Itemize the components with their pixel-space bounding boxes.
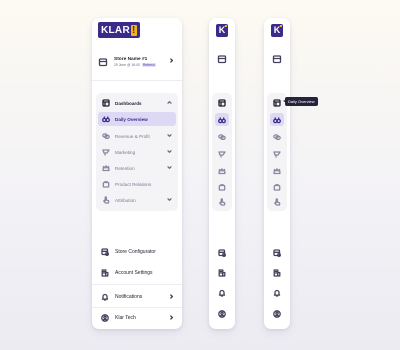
sidebar-expanded: KLAR! Store Name #1 25 June @ 16:00 Refr…: [92, 18, 182, 329]
shopping-bag-icon: [218, 183, 226, 191]
coins-icon: [218, 133, 226, 140]
dashboards-group: [267, 93, 287, 211]
megaphone-icon: [102, 149, 110, 156]
divider: [92, 80, 182, 81]
profile-link[interactable]: Klar Tech: [98, 311, 178, 325]
dashboards-group: Dashboards Daily Overview Revenue & Prof…: [96, 93, 178, 211]
store-selector[interactable]: Store Name #1 25 June @ 16:00 Refresh: [98, 51, 176, 73]
store-configurator-link[interactable]: Store Configurator: [98, 245, 178, 259]
nav-item-revenue-profit[interactable]: Revenue & Profit: [98, 129, 176, 143]
store-info: Store Name #1 25 June @ 16:00 Refresh: [114, 57, 156, 67]
sidebar-collapsed: K: [209, 18, 235, 329]
nav-item-marketing[interactable]: [270, 147, 284, 160]
nav-item-daily-overview[interactable]: Daily Overview: [98, 112, 176, 126]
store-settings-icon[interactable]: [218, 249, 226, 257]
store-settings-icon: [101, 248, 109, 256]
chevron-down-icon: [167, 166, 172, 169]
notifications-link[interactable]: Notifications: [98, 290, 178, 304]
crown-icon: [273, 167, 281, 174]
building-icon[interactable]: [218, 269, 226, 277]
divider: [92, 284, 182, 285]
megaphone-icon: [218, 150, 226, 158]
store-settings-icon[interactable]: [273, 249, 281, 257]
shopping-bag-icon: [102, 181, 110, 188]
klar-logo-mini[interactable]: K: [216, 24, 228, 37]
chevron-right-icon: [170, 294, 174, 299]
nav-item-revenue-profit[interactable]: [270, 130, 284, 143]
building-icon: [101, 269, 109, 277]
nav-item-product-relations[interactable]: Product Relations: [98, 177, 176, 191]
bell-icon: [101, 293, 109, 301]
pointer-hand-icon: [274, 197, 281, 206]
daily-overview-tooltip: Daily Overview: [283, 97, 318, 106]
shopping-bag-icon: [273, 183, 281, 191]
nav-item-daily-overview[interactable]: [270, 113, 284, 126]
pointer-hand-icon: [103, 196, 110, 204]
dashboard-icon: [102, 99, 110, 107]
chevron-right-icon: [170, 315, 174, 320]
nav-item-retention[interactable]: [215, 164, 229, 177]
nav-item-product-relations[interactable]: [215, 180, 229, 193]
user-circle-icon: [101, 314, 109, 322]
store-name: Store Name #1: [114, 57, 148, 62]
binoculars-icon: [102, 116, 110, 123]
dashboards-toggle[interactable]: Dashboards: [98, 96, 176, 110]
store-icon: [98, 58, 108, 67]
binoculars-icon: [218, 116, 226, 123]
dashboard-icon: [273, 98, 281, 107]
chevron-up-icon: [167, 101, 172, 104]
nav-item-revenue-profit[interactable]: [215, 130, 229, 143]
crown-icon: [102, 165, 110, 172]
coins-icon: [273, 133, 281, 140]
crown-icon: [218, 167, 226, 174]
refresh-badge[interactable]: Refresh: [141, 63, 156, 67]
chevron-right-icon: [170, 58, 174, 63]
account-settings-link[interactable]: Account Settings: [98, 266, 178, 280]
user-circle-icon[interactable]: [218, 310, 226, 318]
nav-item-retention[interactable]: [270, 164, 284, 177]
nav-item-marketing[interactable]: Marketing: [98, 145, 176, 159]
nav-item-retention[interactable]: Retention: [98, 161, 176, 175]
megaphone-icon: [273, 150, 281, 158]
dashboard-icon: [218, 98, 226, 107]
dashboards-toggle[interactable]: [270, 96, 284, 109]
nav-item-marketing[interactable]: [215, 147, 229, 160]
store-date: 25 June @ 16:00: [114, 63, 140, 67]
pointer-hand-icon: [219, 197, 226, 206]
chevron-down-icon: [167, 134, 172, 137]
binoculars-icon: [273, 116, 281, 123]
store-icon[interactable]: [272, 54, 282, 64]
divider: [92, 307, 182, 308]
dashboards-group: [212, 93, 232, 211]
coins-icon: [102, 133, 110, 140]
nav-item-daily-overview[interactable]: [215, 113, 229, 126]
nav-item-attribution[interactable]: Attribution: [98, 193, 176, 207]
store-icon[interactable]: [217, 54, 227, 64]
nav-item-attribution[interactable]: [215, 195, 229, 208]
building-icon[interactable]: [273, 269, 281, 277]
chevron-down-icon: [167, 198, 172, 201]
bell-icon[interactable]: [273, 289, 281, 297]
nav-item-product-relations[interactable]: [270, 180, 284, 193]
klar-logo-mini[interactable]: K: [271, 24, 283, 37]
chevron-down-icon: [167, 150, 172, 153]
dashboards-toggle[interactable]: [215, 96, 229, 109]
nav-item-attribution[interactable]: [270, 195, 284, 208]
sidebar-showcase: KLAR! Store Name #1 25 June @ 16:00 Refr…: [0, 0, 400, 350]
user-circle-icon[interactable]: [273, 310, 281, 318]
klar-logo[interactable]: KLAR!: [98, 22, 140, 38]
bell-icon[interactable]: [218, 289, 226, 297]
sidebar-collapsed-hover: K: [264, 18, 290, 329]
